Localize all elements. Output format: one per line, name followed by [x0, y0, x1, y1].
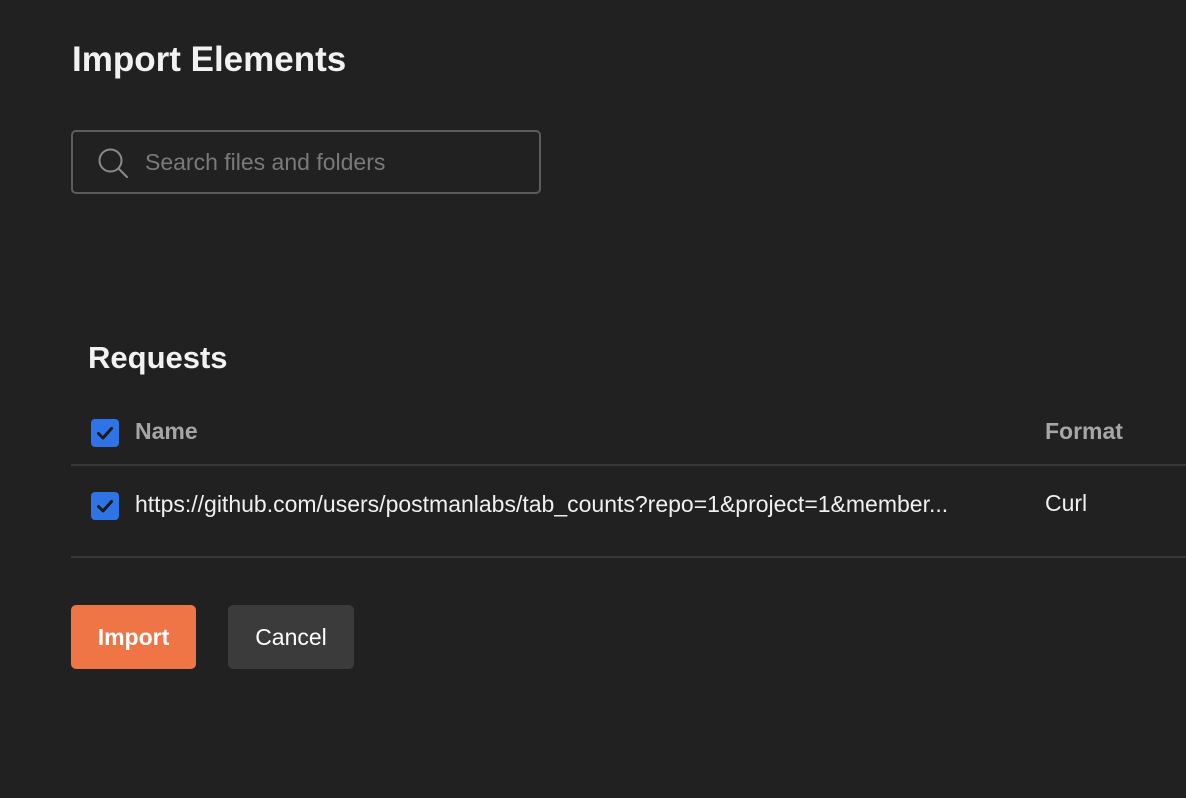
checkmark-icon	[97, 427, 113, 440]
request-name: https://github.com/users/postmanlabs/tab…	[135, 491, 949, 517]
cancel-button[interactable]: Cancel	[228, 605, 354, 669]
section-title-requests: Requests	[88, 340, 228, 375]
search-icon	[98, 148, 128, 178]
column-header-name: Name	[135, 418, 198, 444]
request-format: Curl	[1045, 490, 1088, 516]
requests-table: Name Format https://github.com/users/pos…	[71, 400, 1186, 558]
column-header-format: Format	[1045, 418, 1123, 444]
table-header-row: Name Format	[71, 400, 1186, 466]
checkmark-icon	[97, 500, 113, 513]
page-title: Import Elements	[72, 40, 347, 79]
search-input[interactable]	[145, 132, 525, 192]
import-button[interactable]: Import	[71, 605, 196, 669]
table-row[interactable]: https://github.com/users/postmanlabs/tab…	[71, 466, 1186, 558]
search-field[interactable]	[71, 130, 541, 194]
row-checkbox[interactable]	[91, 492, 119, 520]
select-all-checkbox[interactable]	[91, 419, 119, 447]
